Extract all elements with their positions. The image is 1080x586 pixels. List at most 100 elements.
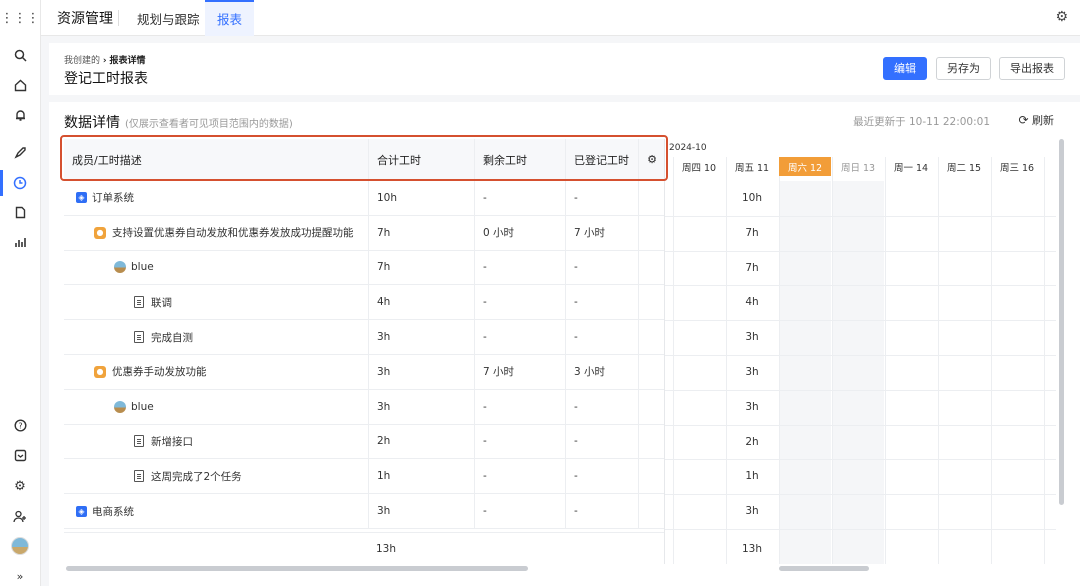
export-report-button[interactable]: 导出报表 — [999, 57, 1065, 80]
tab-planning-tracking[interactable]: 规划与跟踪 — [137, 9, 200, 28]
settings-gear-icon[interactable]: ⚙ — [10, 476, 30, 496]
table-row[interactable]: blue 7h - - — [64, 250, 665, 286]
row-remaining: - — [474, 459, 565, 494]
section-title: 数据详情 — [64, 115, 120, 131]
calendar-row-divider — [665, 215, 1056, 217]
help-icon[interactable]: ? — [10, 415, 30, 435]
row-remaining: - — [474, 285, 565, 320]
document-icon[interactable] — [10, 202, 30, 222]
row-spacer — [638, 250, 665, 285]
home-icon[interactable] — [10, 75, 30, 95]
calendar-day-hours: 7h — [745, 261, 759, 274]
table-row[interactable]: ● 优惠券手动发放功能 3h 7 小时 3 小时 — [64, 354, 665, 390]
report-header: 我创建的 › 报表详情 登记工时报表 编辑 另存为 导出报表 — [49, 43, 1080, 95]
row-name: ● 支持设置优惠券自动发放和优惠券发放成功提醒功能 — [64, 216, 368, 250]
row-remaining: - — [474, 389, 565, 424]
row-name-text: 这周完成了2个任务 — [151, 470, 242, 483]
table-row[interactable]: 这周完成了2个任务 1h - - — [64, 459, 665, 495]
col-logged-hours[interactable]: 已登记工时 — [565, 139, 638, 180]
row-total: 3h — [368, 494, 474, 528]
calendar-day-header: 周 — [1044, 157, 1056, 176]
row-remaining: - — [474, 424, 565, 459]
table-row[interactable]: 完成自测 3h - - — [64, 320, 665, 355]
calendar-day-header: 周六 12 — [779, 157, 831, 176]
row-remaining: - — [474, 494, 565, 528]
last-updated: 最近更新于 10-11 22:00:01 — [853, 116, 990, 128]
table-row[interactable]: 联调 4h - - — [64, 285, 665, 321]
edit-button[interactable]: 编辑 — [883, 57, 927, 80]
row-logged: 7 小时 — [565, 215, 638, 250]
calendar-day-header: 周一 14 — [893, 162, 929, 174]
vertical-scrollbar[interactable] — [1059, 139, 1064, 505]
table-horizontal-scrollbar[interactable] — [66, 566, 528, 571]
user-avatar[interactable] — [10, 536, 30, 556]
row-logged: - — [565, 459, 638, 494]
breadcrumb-separator: › — [102, 56, 107, 66]
inbox-icon[interactable] — [10, 445, 30, 465]
weekend-column-shade — [779, 181, 831, 564]
calendar-day-hours: 2h — [745, 435, 759, 448]
calendar-day-hours: 4h — [745, 296, 759, 309]
row-name-text: 优惠券手动发放功能 — [112, 366, 207, 379]
expand-rail-icon[interactable]: » — [10, 566, 30, 586]
col-member-description[interactable]: 成员/工时描述 — [64, 139, 368, 180]
row-name: 这周完成了2个任务 — [64, 459, 368, 493]
table-row[interactable]: 新增接口 2h - - — [64, 424, 665, 460]
column-settings-icon[interactable]: ⚙ — [638, 139, 665, 180]
bar-chart-icon[interactable] — [10, 232, 30, 252]
row-logged: - — [565, 320, 638, 354]
section-note: (仅展示查看者可见项目范围内的数据) — [125, 119, 293, 130]
clock-icon[interactable] — [10, 173, 30, 193]
add-user-icon[interactable] — [10, 506, 30, 526]
rail-active-indicator — [0, 170, 3, 196]
calendar-day-header: 周四 10 — [681, 162, 717, 174]
calendar-column-divider — [885, 157, 886, 564]
row-spacer — [638, 215, 665, 250]
row-remaining: - — [474, 320, 565, 354]
calendar-horizontal-scrollbar[interactable] — [779, 566, 869, 571]
row-total: 1h — [368, 459, 474, 494]
calendar-column-divider — [673, 157, 674, 564]
calendar-day-hours: 3h — [745, 366, 759, 378]
row-name-text: 联调 — [151, 296, 172, 309]
calendar-day-hours: 7h — [745, 226, 759, 239]
calendar-row-divider — [665, 285, 1056, 287]
row-name: blue — [64, 390, 368, 424]
calendar-day-hours: 10h — [741, 192, 762, 204]
apps-grid-icon[interactable]: ⋮⋮⋮ — [1, 8, 40, 28]
row-name: blue — [64, 251, 368, 285]
search-icon[interactable] — [10, 45, 30, 65]
table-row[interactable]: ◈ 订单系统 10h - - — [64, 181, 665, 216]
bell-icon[interactable] — [10, 105, 30, 125]
row-logged: 3 小时 — [565, 354, 638, 389]
refresh-button[interactable]: ⟳ 刷新 — [1018, 112, 1054, 128]
task-icon: ● — [94, 365, 106, 378]
row-logged: - — [565, 181, 638, 215]
project-icon: ◈ — [76, 192, 87, 204]
breadcrumb-parent[interactable]: 我创建的 — [64, 56, 100, 66]
col-remaining-hours[interactable]: 剩余工时 — [474, 139, 565, 180]
save-as-button[interactable]: 另存为 — [936, 57, 991, 80]
tab-reports[interactable]: 报表 — [205, 0, 255, 36]
row-logged: - — [565, 494, 638, 528]
row-name: ● 优惠券手动发放功能 — [64, 355, 368, 389]
row-name-text: 电商系统 — [92, 505, 134, 518]
table-row[interactable]: blue 3h - - — [64, 389, 665, 425]
rocket-icon[interactable] — [10, 142, 30, 162]
task-icon: ● — [94, 226, 106, 239]
calendar-day-header: 周日 13 — [840, 162, 876, 174]
col-total-hours[interactable]: 合计工时 — [368, 139, 474, 180]
calendar-column-divider — [779, 157, 780, 564]
row-remaining: - — [474, 250, 565, 285]
table-row[interactable]: ● 支持设置优惠券自动发放和优惠券发放成功提醒功能 7h 0 小时 7 小时 — [64, 215, 665, 251]
breadcrumb: 我创建的 › 报表详情 — [64, 53, 146, 66]
settings-icon[interactable]: ⚙ — [1055, 9, 1068, 25]
calendar-row-divider — [665, 389, 1056, 391]
row-total: 3h — [368, 354, 474, 389]
table-row[interactable]: ◈ 电商系统 3h - - — [64, 494, 665, 529]
worklog-icon — [134, 470, 144, 483]
row-name: 联调 — [64, 285, 368, 319]
calendar-day-header: 周五 11 — [734, 162, 770, 174]
calendar-column-divider — [938, 157, 939, 564]
row-name: 完成自测 — [64, 320, 368, 354]
